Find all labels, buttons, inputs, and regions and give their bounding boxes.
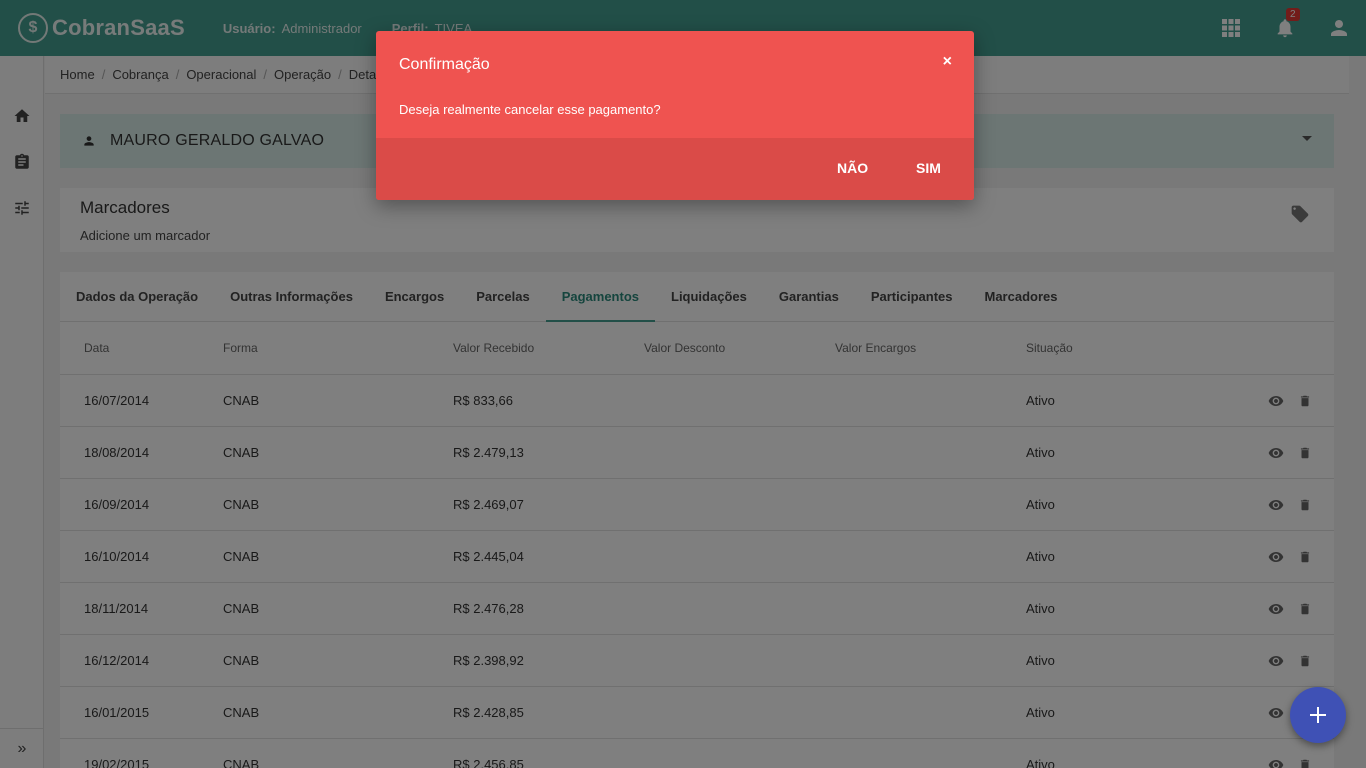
plus-icon bbox=[1310, 707, 1326, 723]
no-button[interactable]: NÃO bbox=[837, 160, 868, 176]
close-icon[interactable]: × bbox=[943, 53, 952, 71]
dialog-message: Deseja realmente cancelar esse pagamento… bbox=[399, 102, 661, 117]
add-button[interactable] bbox=[1290, 687, 1346, 743]
confirmation-dialog: Confirmação × Deseja realmente cancelar … bbox=[376, 31, 974, 200]
dialog-title: Confirmação bbox=[399, 56, 490, 73]
dialog-footer: NÃO SIM bbox=[376, 138, 974, 200]
yes-button[interactable]: SIM bbox=[916, 160, 941, 176]
